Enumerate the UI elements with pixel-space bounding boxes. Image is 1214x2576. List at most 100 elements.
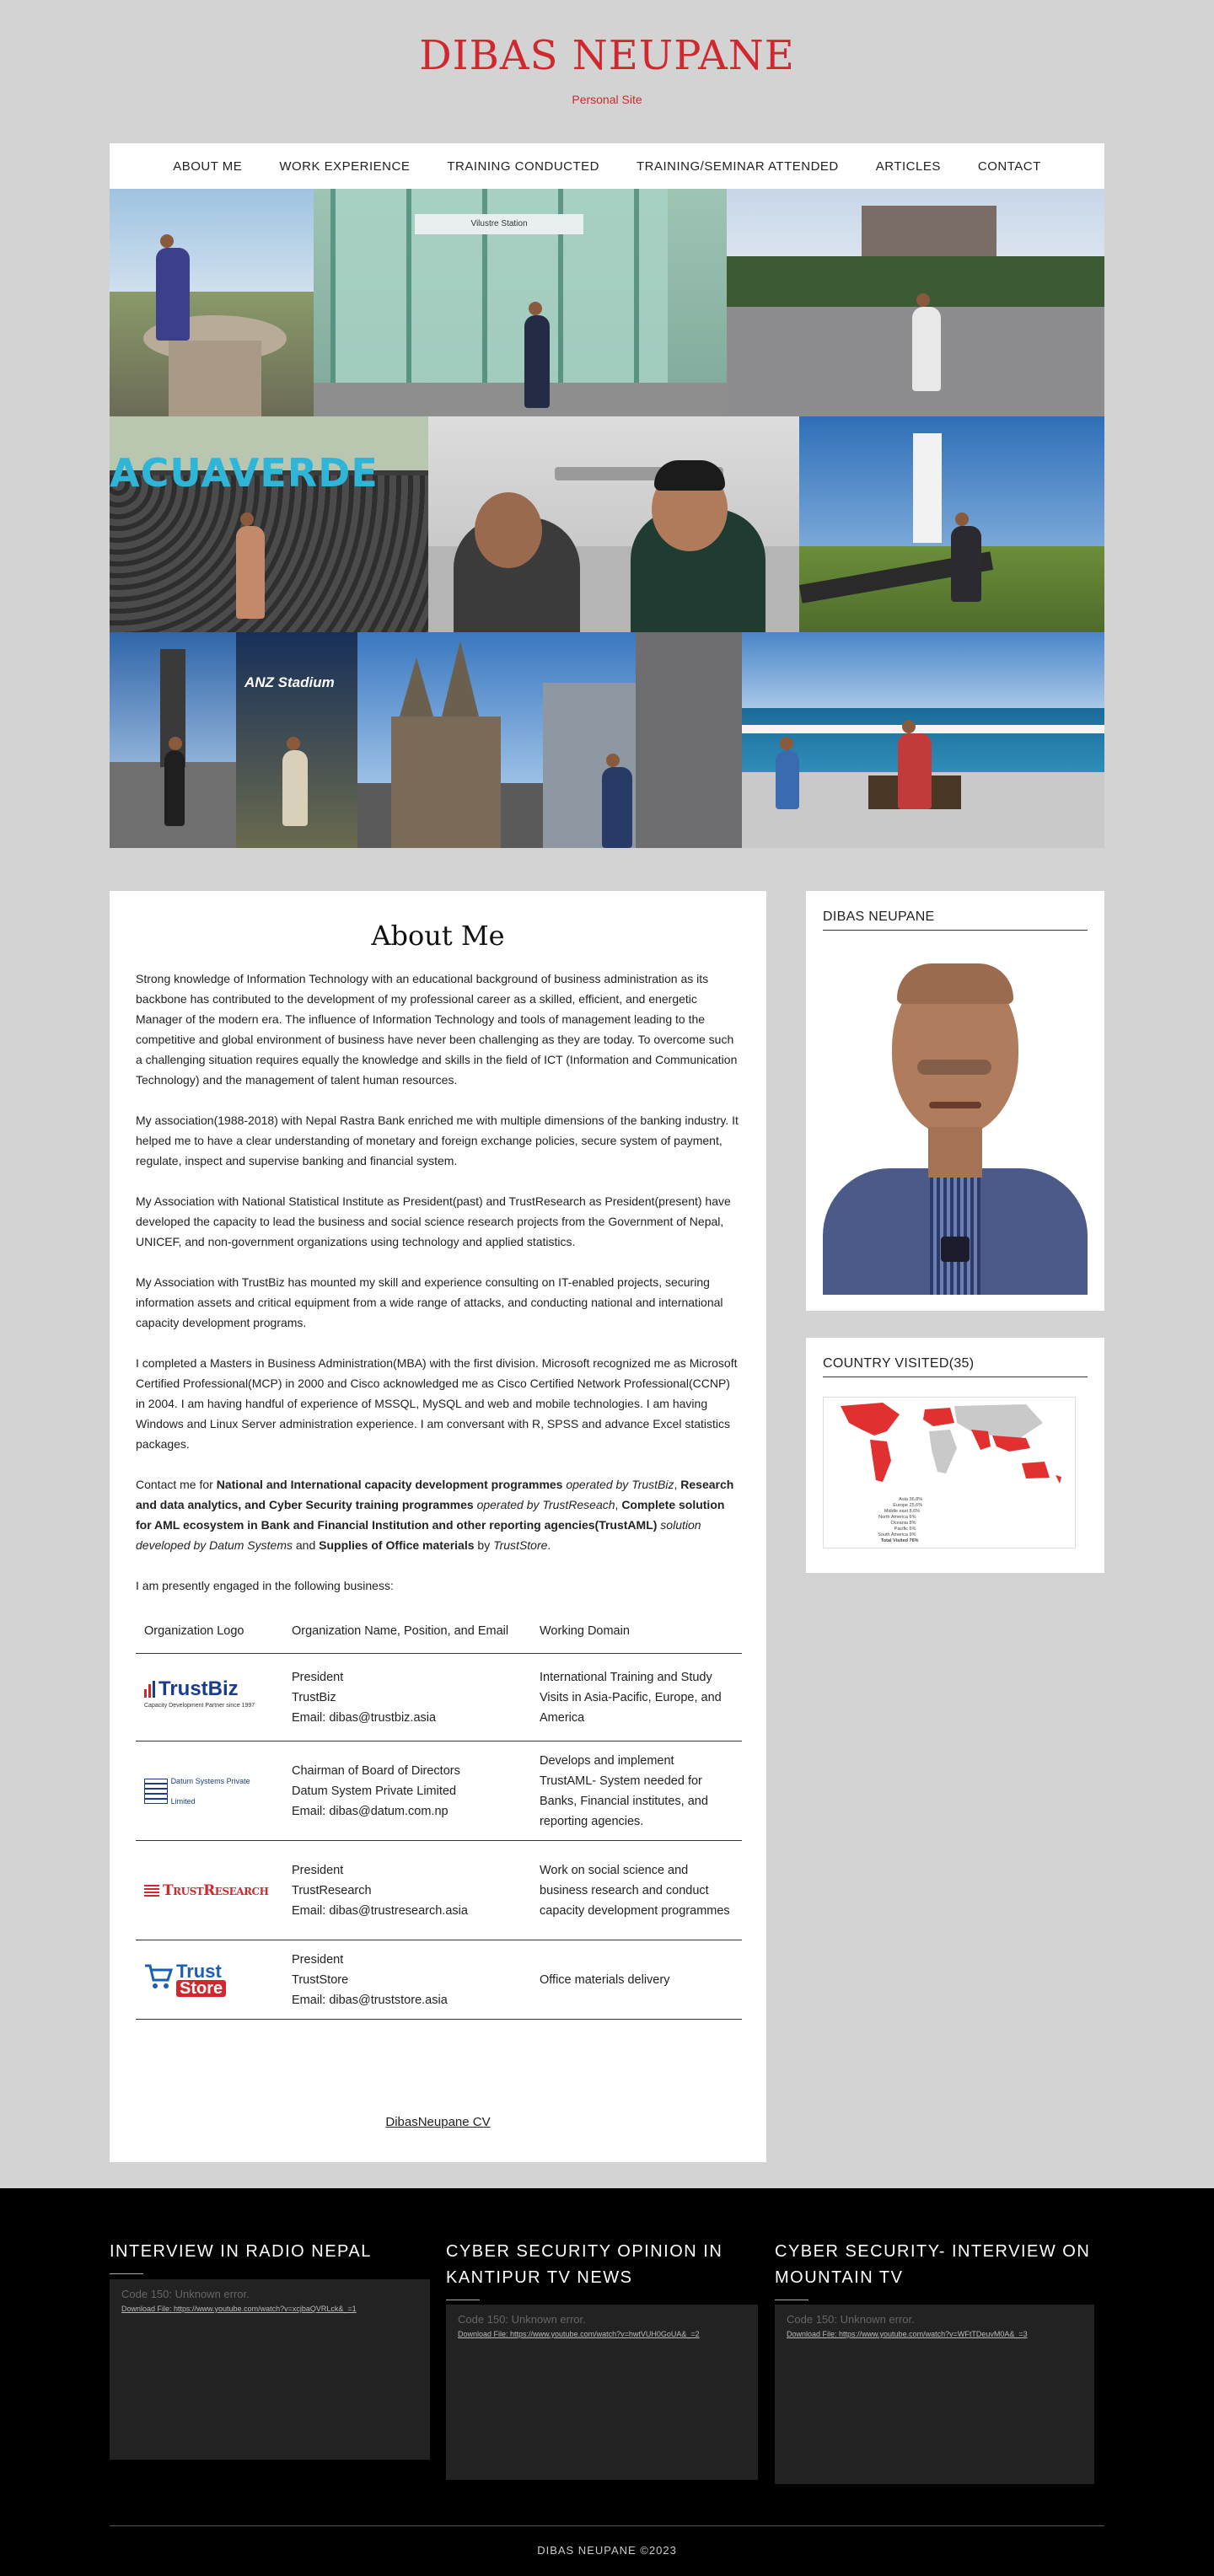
footer-title-divider [110, 2273, 143, 2274]
site-tagline: Personal Site [572, 93, 642, 106]
row-organization: Datum System Private Limited [292, 1784, 457, 1798]
footer-widget-mountain-tv: CYBER SECURITY- INTERVIEW ON MOUNTAIN TV [775, 2239, 1095, 2300]
table-row: TrustBiz Capacity Development Partner si… [136, 1653, 742, 1741]
countries-widget-title: COUNTRY VISITED(35) [823, 1356, 1088, 1377]
about-me-section: About Me Strong knowledge of Information… [110, 891, 766, 2162]
site-title[interactable]: DIBAS NEUPANE [0, 32, 1214, 79]
gallery-photo-mausoleum[interactable] [727, 189, 1104, 416]
legend-row: North America 6% [878, 1515, 916, 1520]
legend-row: Asia 36.8% [899, 1497, 923, 1502]
row-domain: Office materials delivery [531, 1940, 742, 2020]
gallery-photo-pier[interactable] [742, 632, 1104, 848]
engaged-paragraph: I am presently engaged in the following … [136, 1579, 394, 1592]
world-map-icon [841, 1403, 1061, 1484]
gallery-photo-station[interactable]: Vilustre Station [314, 189, 727, 416]
profile-widget: DIBAS NEUPANE [806, 891, 1104, 1311]
about-paragraph-2: My association(1988-2018) with Nepal Ras… [136, 1114, 739, 1167]
profile-widget-title: DIBAS NEUPANE [823, 910, 1088, 931]
about-paragraph-5: I completed a Masters in Business Admini… [136, 1356, 738, 1451]
profile-photo[interactable] [823, 950, 1088, 1295]
table-header: Organization Logo [136, 1616, 283, 1654]
legend-row: Europe 25.6% [893, 1503, 923, 1508]
acuaverde-sign: ACUAVERDE [110, 450, 379, 496]
nav-training-seminar-attended[interactable]: TRAINING/SEMINAR ATTENDED [618, 159, 857, 174]
video-download-link[interactable]: Download File: https://www.youtube.com/w… [121, 2305, 357, 2313]
gallery-photo-cathedral[interactable] [357, 632, 742, 848]
row-position: Chairman of Board of Directors [292, 1763, 460, 1778]
row-domain: International Training and Study Visits … [531, 1653, 742, 1741]
nav-contact[interactable]: CONTACT [959, 159, 1060, 174]
legend-row: Oceania 8% [890, 1521, 916, 1526]
row-position: President [292, 1670, 344, 1684]
row-organization: TrustBiz [292, 1690, 336, 1704]
legend-row: South America 9% [878, 1532, 916, 1538]
footer-widget-radio-nepal: INTERVIEW IN RADIO NEPAL [110, 2239, 430, 2274]
about-paragraph-4: My Association with TrustBiz has mounted… [136, 1275, 723, 1329]
row-position: President [292, 1863, 344, 1877]
gallery-photo-marina-bay[interactable] [428, 416, 799, 632]
cv-link[interactable]: DibasNeupane CV [385, 2115, 490, 2129]
table-header: Working Domain [531, 1616, 742, 1654]
legend-row: Pacific 6% [894, 1527, 916, 1532]
datum-logo: Datum Systems Private Limited [144, 1771, 275, 1811]
row-email: Email: dibas@truststore.asia [292, 1993, 448, 2007]
main-nav: ABOUT ME WORK EXPERIENCE TRAINING CONDUC… [110, 143, 1104, 189]
gallery-photo-statue[interactable] [110, 632, 236, 848]
row-email: Email: dibas@datum.com.np [292, 1804, 449, 1818]
world-map[interactable]: Asia 36.8% Europe 25.6% Middle east 8.6%… [823, 1397, 1076, 1548]
video-error: Code 150: Unknown error. [787, 2313, 915, 2326]
truststore-logo: Trust Store [144, 1962, 275, 1997]
table-row: Datum Systems Private Limited Chairman o… [136, 1741, 742, 1841]
stadium-sign: ANZ Stadium [244, 674, 335, 690]
legend-row: Total Visited 76% [880, 1538, 919, 1543]
row-position: President [292, 1952, 344, 1967]
nav-work-experience[interactable]: WORK EXPERIENCE [261, 159, 428, 174]
video-error: Code 150: Unknown error. [121, 2288, 250, 2300]
site-footer: INTERVIEW IN RADIO NEPAL Code 150: Unkno… [0, 2188, 1214, 2576]
table-header: Organization Name, Position, and Email [283, 1616, 531, 1654]
copyright: DIBAS NEUPANE ©2023 [537, 2544, 677, 2557]
about-heading: About Me [371, 920, 505, 952]
footer-divider [110, 2525, 1104, 2526]
video-player-mountain-tv[interactable]: Code 150: Unknown error. Download File: … [775, 2305, 1094, 2484]
footer-widget-title: INTERVIEW IN RADIO NEPAL [110, 2242, 372, 2261]
row-organization: TrustResearch [292, 1883, 372, 1897]
footer-widget-kantipur: CYBER SECURITY OPINION IN KANTIPUR TV NE… [446, 2239, 766, 2300]
business-table: Organization Logo Organization Name, Pos… [136, 1616, 742, 2020]
trustresearch-logo: TrustResearch [144, 1881, 275, 1901]
video-player-kantipur[interactable]: Code 150: Unknown error. Download File: … [446, 2305, 758, 2480]
video-download-link[interactable]: Download File: https://www.youtube.com/w… [458, 2330, 700, 2338]
row-domain: Develops and implement TrustAML- System … [531, 1741, 742, 1841]
site-header: DIBAS NEUPANE Personal Site [0, 0, 1214, 143]
about-paragraph-3: My Association with National Statistical… [136, 1194, 731, 1248]
row-organization: TrustStore [292, 1972, 349, 1987]
about-paragraph-1: Strong knowledge of Information Technolo… [136, 972, 738, 1087]
footer-widget-title: CYBER SECURITY OPINION IN KANTIPUR TV NE… [446, 2242, 723, 2287]
datum-grid-icon [144, 1778, 168, 1804]
nav-training-conducted[interactable]: TRAINING CONDUCTED [428, 159, 618, 174]
map-legend: Asia 36.8% Europe 25.6% Middle east 8.6%… [874, 1497, 922, 1544]
gallery-photo-acuaverde[interactable]: ACUAVERDE [110, 416, 428, 632]
video-player-radio-nepal[interactable]: Code 150: Unknown error. Download File: … [110, 2279, 430, 2460]
row-domain: Work on social science and business rese… [531, 1840, 742, 1940]
trustbiz-logo: TrustBiz Capacity Development Partner si… [144, 1677, 255, 1709]
gallery-photo-monument[interactable] [110, 189, 314, 416]
nav-articles[interactable]: ARTICLES [857, 159, 959, 174]
countries-widget: COUNTRY VISITED(35) Asia 36.8% Europe 25… [806, 1338, 1104, 1573]
shopping-cart-icon [144, 1963, 174, 1997]
contact-paragraph: Contact me for National and Internationa… [136, 1478, 734, 1552]
trustbiz-bars-icon [144, 1680, 155, 1698]
table-row: Trust Store President TrustStore Email: … [136, 1940, 742, 2020]
gallery-photo-stadium[interactable]: ANZ Stadium [236, 632, 357, 848]
nav-about-me[interactable]: ABOUT ME [154, 159, 261, 174]
trustresearch-lines-icon [144, 1884, 159, 1897]
gallery-photo-lighthouse[interactable] [799, 416, 1104, 632]
station-sign: Vilustre Station [415, 214, 583, 234]
table-row: TrustResearch President TrustResearch Em… [136, 1840, 742, 1940]
footer-widget-title: CYBER SECURITY- INTERVIEW ON MOUNTAIN TV [775, 2242, 1091, 2287]
video-error: Code 150: Unknown error. [458, 2313, 586, 2326]
row-email: Email: dibas@trustresearch.asia [292, 1903, 468, 1918]
row-email: Email: dibas@trustbiz.asia [292, 1710, 437, 1725]
photo-gallery: Vilustre Station ACUAVERDE ANZ Stadium [110, 189, 1104, 848]
video-download-link[interactable]: Download File: https://www.youtube.com/w… [787, 2330, 1028, 2338]
